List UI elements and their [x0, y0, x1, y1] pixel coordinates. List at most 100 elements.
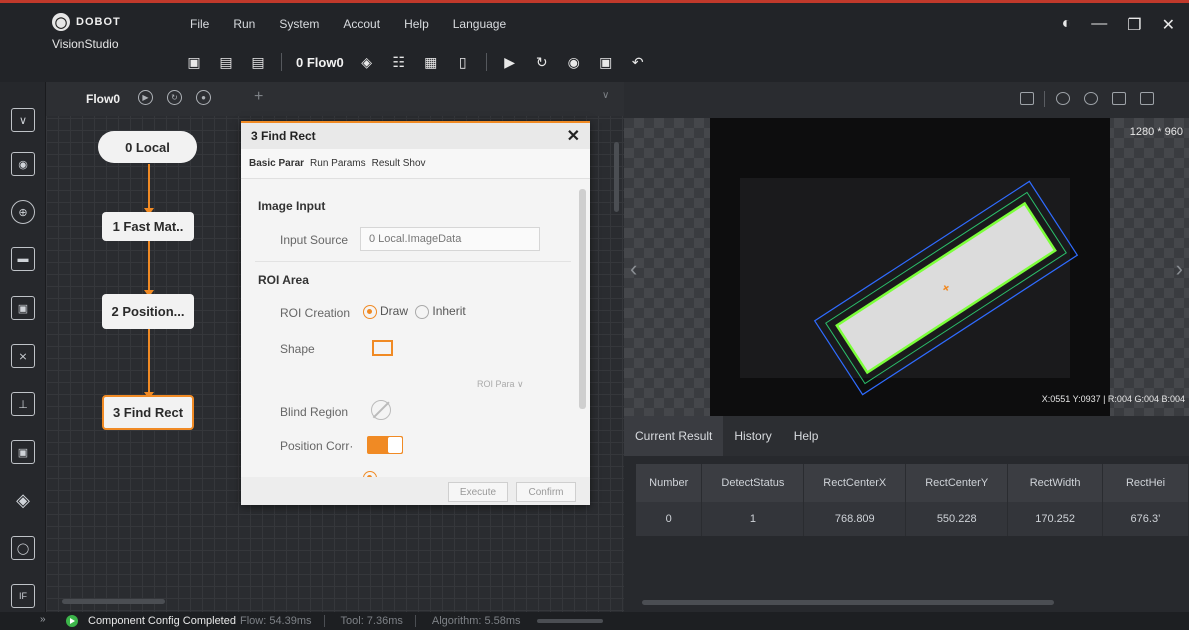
- roi-draw-radio[interactable]: [363, 304, 377, 319]
- results-scrollbar[interactable]: [642, 600, 1054, 605]
- logic-if-icon[interactable]: IF: [11, 584, 35, 608]
- add-flow-icon[interactable]: ▣: [185, 54, 203, 70]
- image-source-icon[interactable]: ∨: [11, 108, 35, 132]
- roi-inherit-radio[interactable]: [415, 304, 430, 319]
- menu-help[interactable]: Help: [404, 17, 429, 31]
- column-header[interactable]: Number: [636, 464, 703, 502]
- fit-window-icon[interactable]: [1020, 92, 1034, 105]
- measure-icon[interactable]: ▬: [11, 247, 35, 271]
- communication-icon[interactable]: ◯: [11, 536, 35, 560]
- tool-time: Tool: 7.36ms: [340, 615, 403, 627]
- form-icon[interactable]: ▣: [597, 54, 615, 70]
- menu-language[interactable]: Language: [453, 17, 506, 31]
- dialog-scrollbar[interactable]: [579, 189, 586, 409]
- connector: [148, 164, 150, 208]
- tab-run-params[interactable]: Run Params: [310, 158, 366, 169]
- flow-node-position[interactable]: 2 Position...: [102, 294, 194, 329]
- menu-run[interactable]: Run: [233, 17, 255, 31]
- results-panel: Current Result History Help Number Detec…: [624, 416, 1189, 612]
- status-divider: [414, 615, 416, 627]
- stop-icon[interactable]: ◉: [565, 54, 583, 70]
- column-header[interactable]: RectCenterY: [905, 464, 1009, 502]
- product-name: VisionStudio: [52, 37, 119, 51]
- image-process-icon[interactable]: ▣: [11, 440, 35, 464]
- undo-icon[interactable]: ↶: [629, 54, 647, 70]
- input-source-field[interactable]: 0 Local.ImageData: [360, 227, 540, 251]
- column-header[interactable]: DetectStatus: [701, 464, 805, 502]
- next-image-icon[interactable]: ›: [1176, 256, 1183, 282]
- tab-history[interactable]: History: [723, 416, 782, 456]
- minimize-icon[interactable]: —: [1091, 15, 1107, 35]
- device-icon[interactable]: ▯: [454, 54, 472, 70]
- actual-size-icon[interactable]: [1112, 92, 1126, 105]
- image-input-header: Image Input: [258, 199, 326, 213]
- restore-icon[interactable]: ❐: [1127, 15, 1141, 35]
- recognize-icon[interactable]: ▣: [11, 296, 35, 320]
- status-ok-icon: [66, 615, 78, 627]
- add-tab-icon[interactable]: +: [254, 88, 263, 106]
- close-icon[interactable]: ✕: [567, 126, 580, 146]
- color-fill-icon[interactable]: ◈: [11, 488, 35, 512]
- window-controls: ◐ — ❐ ✕: [1062, 15, 1175, 35]
- tab-flow0[interactable]: Flow0: [86, 92, 120, 106]
- image-canvas[interactable]: ‹ › 1280 * 960 X:0551 Y:0937 | R:004 G:0…: [624, 118, 1189, 416]
- menu-system[interactable]: System: [279, 17, 319, 31]
- roi-para-expander[interactable]: ROI Para ∨: [477, 379, 524, 390]
- tab-result-show[interactable]: Result Shov: [372, 158, 426, 169]
- previous-image-icon[interactable]: ‹: [630, 256, 637, 282]
- execute-button[interactable]: Execute: [448, 482, 508, 502]
- menu-file[interactable]: File: [190, 17, 209, 31]
- blind-region-icon[interactable]: [371, 400, 391, 420]
- settings-icon[interactable]: ◐: [1062, 15, 1072, 35]
- dialog-title: 3 Find Rect: [251, 129, 316, 143]
- variable-icon[interactable]: ▦: [422, 54, 440, 70]
- vision-studio-window: ◯ DOBOT VisionStudio File Run System Acc…: [0, 0, 1189, 630]
- open-folder-icon[interactable]: ▤: [249, 54, 267, 70]
- dialog-tabs: Basic Parar Run Params Result Shov: [241, 149, 590, 179]
- run-once-icon[interactable]: ▶: [501, 54, 519, 70]
- stop-flow-icon[interactable]: ●: [196, 90, 211, 105]
- run-flow-icon[interactable]: ▶: [138, 90, 153, 105]
- camera-image: [710, 118, 1110, 416]
- position-corr-toggle[interactable]: [367, 436, 403, 454]
- connector: [148, 240, 150, 292]
- chevron-down-icon[interactable]: ∨: [602, 90, 609, 101]
- table-row[interactable]: 0 1 768.809 550.228 170.252 676.3’: [636, 502, 1189, 536]
- layers-icon[interactable]: ◈: [358, 54, 376, 70]
- zoom-out-icon[interactable]: [1084, 92, 1098, 105]
- close-icon[interactable]: ✕: [1162, 15, 1175, 35]
- fullscreen-icon[interactable]: [1140, 92, 1154, 105]
- zoom-in-icon[interactable]: [1056, 92, 1070, 105]
- confirm-button[interactable]: Confirm: [516, 482, 576, 502]
- flow-scrollbar-vertical[interactable]: [614, 142, 619, 212]
- tab-basic-params[interactable]: Basic Parar: [249, 158, 304, 169]
- main-toolbar: ▣ ▤ ▤ 0 Flow0 ◈ ☷ ▦ ▯ ▶ ↻ ◉ ▣ ↶: [185, 53, 647, 71]
- column-header[interactable]: RectCenterX: [803, 464, 907, 502]
- flow-scrollbar-horizontal[interactable]: [62, 599, 165, 604]
- toolbar-divider: [281, 53, 282, 71]
- table-cell: 170.252: [1007, 502, 1104, 536]
- expand-arrow-icon[interactable]: »: [40, 614, 46, 625]
- flow-selector[interactable]: 0 Flow0: [296, 55, 344, 70]
- tab-help[interactable]: Help: [783, 416, 830, 456]
- dialog-title-bar[interactable]: 3 Find Rect ✕: [241, 121, 590, 149]
- loop-flow-icon[interactable]: ↻: [167, 90, 182, 105]
- camera-icon[interactable]: ◉: [11, 152, 35, 176]
- flow-node-find-rect[interactable]: 3 Find Rect: [102, 395, 194, 430]
- run-loop-icon[interactable]: ↻: [533, 54, 551, 70]
- tab-current-result[interactable]: Current Result: [624, 416, 724, 456]
- column-header[interactable]: RectWidth: [1007, 464, 1104, 502]
- flow-node-local[interactable]: 0 Local: [98, 131, 197, 163]
- menu-account[interactable]: Accout: [343, 17, 380, 31]
- calibrate-icon[interactable]: ⨯: [11, 344, 35, 368]
- network-icon[interactable]: ☷: [390, 54, 408, 70]
- save-icon[interactable]: ▤: [217, 54, 235, 70]
- menu-bar: File Run System Accout Help Language: [190, 17, 530, 31]
- locate-icon[interactable]: ⊕: [11, 200, 35, 224]
- tool-rail: ∨ ◉ ⊕ ▬ ▣ ⨯ ⊥ ▣ ◈ ◯ IF: [0, 82, 46, 630]
- viewer-divider: [1044, 91, 1045, 107]
- align-icon[interactable]: ⊥: [11, 392, 35, 416]
- rectangle-shape-icon[interactable]: [372, 340, 393, 356]
- column-header[interactable]: RectHei: [1102, 464, 1189, 502]
- flow-node-fast-match[interactable]: 1 Fast Mat..: [102, 212, 194, 241]
